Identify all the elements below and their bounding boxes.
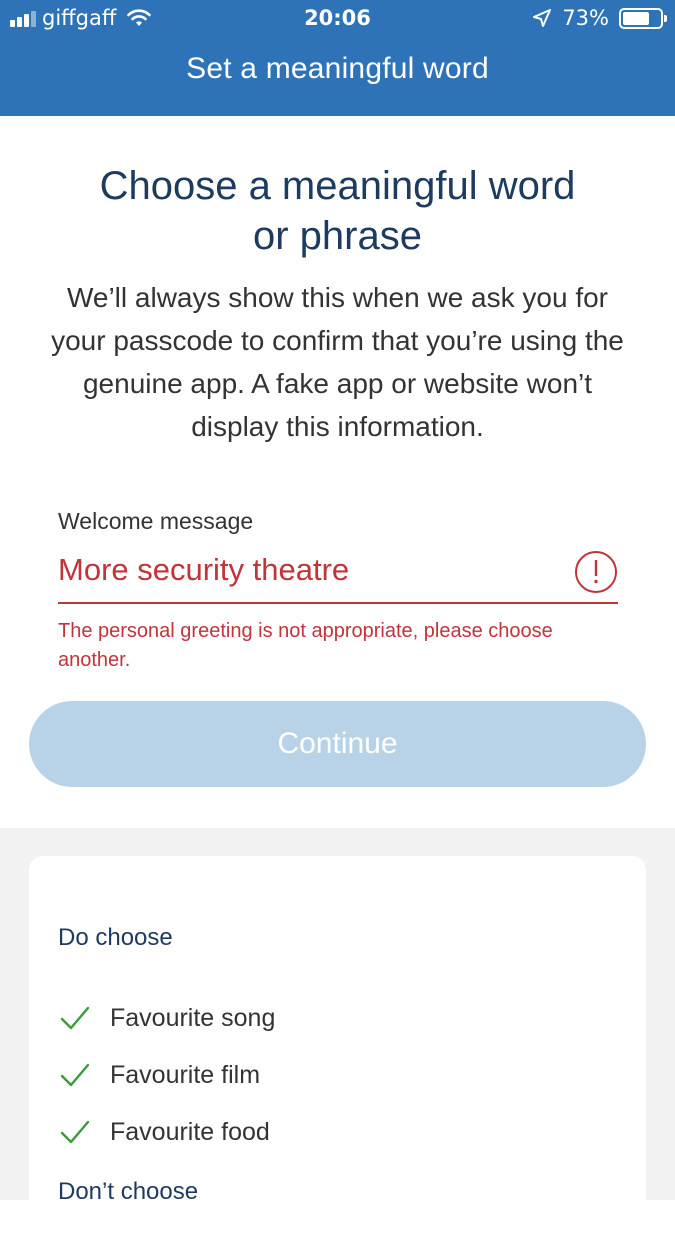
battery-fill <box>623 11 650 25</box>
list-item-text: Favourite song <box>110 1003 276 1032</box>
welcome-message-field <box>58 544 618 604</box>
location-arrow-icon <box>533 9 552 27</box>
battery-percent: 73% <box>562 6 609 30</box>
list-item-text: Favourite film <box>110 1060 261 1089</box>
exclamation-circle-icon <box>575 551 617 593</box>
welcome-message-label: Welcome message <box>58 508 254 534</box>
page-title: Set a meaningful word <box>186 52 489 85</box>
list-item: Favourite film <box>58 1055 260 1095</box>
welcome-message-input[interactable] <box>58 544 558 596</box>
heading-line-2: or phrase <box>253 214 422 258</box>
form-heading: Choose a meaningful word or phrase <box>60 161 615 261</box>
continue-button[interactable]: Continue <box>29 701 646 787</box>
checkmark-icon <box>60 1120 90 1144</box>
description-text: We’ll always show this when we ask you f… <box>51 282 624 442</box>
do-choose-heading: Do choose <box>58 924 173 951</box>
heading-line-1: Choose a meaningful word <box>99 164 576 208</box>
list-item-text: Favourite food <box>110 1117 270 1146</box>
list-item: Favourite song <box>58 998 275 1038</box>
list-item: Favourite food <box>58 1112 270 1152</box>
status-bar: giffgaff 20:06 73% <box>0 0 675 38</box>
checkmark-icon <box>60 1006 90 1030</box>
tips-card: Do choose Favourite song Favourite film … <box>29 856 646 1256</box>
top-bar: giffgaff 20:06 73% Set a meaningful word <box>0 0 675 116</box>
tips-area: Do choose Favourite song Favourite film … <box>0 828 675 1256</box>
error-message: The personal greeting is not appropriate… <box>58 620 553 671</box>
battery-icon <box>619 7 667 29</box>
checkmark-icon <box>60 1063 90 1087</box>
main-content: Choose a meaningful word or phrase We’ll… <box>0 116 675 828</box>
dont-choose-heading: Don’t choose <box>58 1178 199 1205</box>
status-right: 73% <box>532 6 667 30</box>
